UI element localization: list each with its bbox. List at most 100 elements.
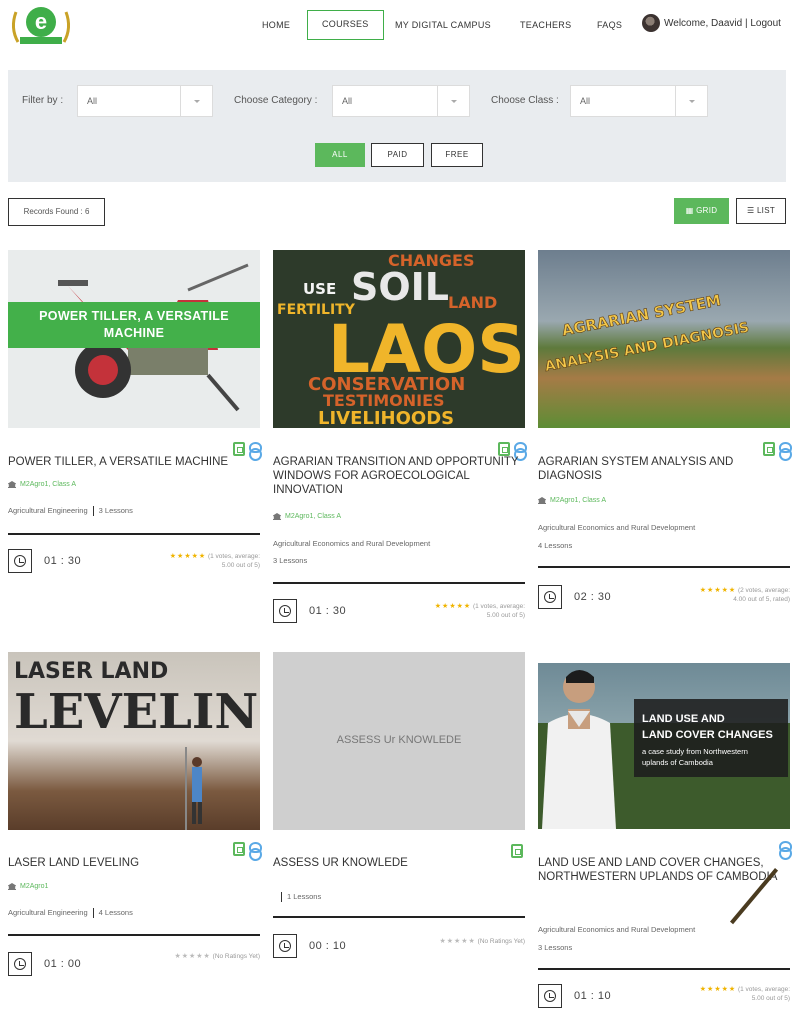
course-title[interactable]: LAND USE AND LAND COVER CHANGES, NORTHWE… bbox=[538, 856, 790, 884]
filter-by-label: Filter by : bbox=[22, 95, 64, 106]
course-lessons: 4 Lessons bbox=[98, 908, 133, 917]
course-lessons: 3 Lessons bbox=[273, 556, 308, 565]
clock-icon bbox=[273, 599, 297, 623]
filter-by-select[interactable]: All bbox=[77, 85, 213, 117]
word-soil: SOIL bbox=[351, 265, 449, 309]
course-card[interactable]: POWER TILLER, A VERSATILE MACHINE POWER … bbox=[8, 250, 262, 580]
course-duration: 02 : 30 bbox=[574, 591, 612, 603]
nav-teachers[interactable]: TEACHERS bbox=[520, 10, 571, 40]
course-title[interactable]: POWER TILLER, A VERSATILE MACHINE bbox=[8, 455, 260, 469]
rating-average: 5.00 out of 5) bbox=[751, 995, 790, 1002]
filter-all-button[interactable]: ALL bbox=[315, 143, 365, 167]
clock-icon bbox=[538, 585, 562, 609]
thumbnail-subtitle-1: a case study from Northwestern bbox=[642, 747, 748, 756]
course-card[interactable]: LASER LAND LEVELING LASER LAND LEVELING … bbox=[8, 652, 262, 982]
avatar[interactable] bbox=[642, 14, 660, 32]
chevron-down-icon bbox=[437, 86, 469, 116]
divider bbox=[8, 934, 260, 936]
document-icon bbox=[233, 842, 245, 856]
category-select[interactable]: All bbox=[332, 85, 470, 117]
course-duration: 01 : 30 bbox=[309, 605, 347, 617]
clock-icon bbox=[273, 934, 297, 958]
rating-average: 5.00 out of 5) bbox=[221, 562, 260, 569]
course-lessons: 4 Lessons bbox=[538, 541, 573, 550]
rating-no-ratings: (No Ratings Yet) bbox=[212, 953, 260, 960]
filter-paid-button[interactable]: PAID bbox=[371, 143, 424, 167]
course-card[interactable]: CHANGES USE SOIL LAND FERTILITY LAOS CON… bbox=[273, 250, 527, 630]
rating-stars: ★★★★★ bbox=[174, 953, 211, 960]
grid-view-button[interactable]: ▦ GRID bbox=[674, 198, 729, 224]
class-select[interactable]: All bbox=[570, 85, 708, 117]
course-title[interactable]: ASSESS Ur KNOWLEDE bbox=[273, 856, 525, 870]
thumbnail-banner: POWER TILLER, A VERSATILE MACHINE bbox=[8, 302, 260, 348]
course-title[interactable]: LASER LAND LEVELING bbox=[8, 856, 260, 870]
rating-average: 5.00 out of 5) bbox=[486, 612, 525, 619]
thumbnail-title-2: LEVELING bbox=[14, 684, 260, 740]
filter-free-button[interactable]: FREE bbox=[431, 143, 483, 167]
records-found: Records Found : 6 bbox=[8, 198, 105, 226]
laser-leveling-illustration: LASER LAND LEVELING bbox=[14, 659, 260, 830]
course-class-label[interactable]: M2Agro1, Class A bbox=[20, 481, 76, 488]
thumbnail-title-1: LASER LAND bbox=[14, 659, 168, 684]
course-title[interactable]: AGRARIAN TRANSITION AND OPPORTUNITY WIND… bbox=[273, 455, 525, 497]
class-label: Choose Class : bbox=[491, 95, 559, 106]
field-illustration: AGRARIAN SYSTEM ANALYSIS AND DIAGNOSIS bbox=[543, 291, 751, 375]
course-class-label[interactable]: M2Agro1 bbox=[20, 883, 48, 890]
divider bbox=[273, 582, 525, 584]
institution-icon bbox=[8, 883, 16, 890]
filter-by-value: All bbox=[87, 96, 98, 106]
course-duration: 01 : 10 bbox=[574, 990, 612, 1002]
course-category: Agricultural Engineering 4 Lessons bbox=[8, 908, 133, 919]
word-land: LAND bbox=[448, 293, 497, 312]
institution-icon bbox=[273, 513, 281, 520]
rating-stars: ★★★★★ bbox=[699, 986, 737, 993]
course-duration: 01 : 30 bbox=[44, 555, 82, 567]
rating-stars: ★★★★★ bbox=[434, 603, 472, 610]
institution-icon bbox=[8, 481, 16, 488]
course-lessons: 3 Lessons bbox=[538, 943, 573, 952]
course-card[interactable]: AGRARIAN SYSTEM ANALYSIS AND DIAGNOSIS A… bbox=[538, 250, 792, 620]
document-icon bbox=[233, 442, 245, 456]
user-menu[interactable]: Welcome, Daavid | Logout bbox=[642, 14, 781, 32]
course-thumbnail[interactable]: LAND USE AND LAND COVER CHANGES a case s… bbox=[538, 663, 790, 829]
user-welcome-text[interactable]: Welcome, Daavid | Logout bbox=[664, 18, 781, 29]
course-class: M2Agro1, Class A bbox=[538, 497, 606, 504]
institution-icon bbox=[538, 497, 546, 504]
course-rating: ★★★★★ (1 votes, average: 5.00 out of 5) bbox=[375, 602, 525, 620]
rating-stars: ★★★★★ bbox=[169, 553, 207, 560]
course-title[interactable]: AGRARIAN SYSTEM ANALYSIS AND DIAGNOSIS bbox=[538, 455, 790, 483]
course-category: 1 Lessons bbox=[273, 892, 321, 903]
thumbnail-title-1: LAND USE AND bbox=[642, 713, 725, 725]
chevron-down-icon bbox=[675, 86, 707, 116]
course-thumbnail[interactable]: POWER TILLER, A VERSATILE MACHINE bbox=[8, 250, 260, 428]
rating-votes: (1 votes, average: bbox=[207, 553, 260, 560]
rating-no-ratings: (No Ratings Yet) bbox=[477, 938, 525, 945]
course-class-label[interactable]: M2Agro1, Class A bbox=[285, 513, 341, 520]
site-header: e HOME COURSES MY DIGITAL CAMPUS TEACHER… bbox=[0, 0, 792, 52]
nav-home[interactable]: HOME bbox=[262, 10, 290, 40]
wordcloud-illustration: CHANGES USE SOIL LAND FERTILITY LAOS CON… bbox=[277, 251, 525, 428]
course-rating: ★★★★★ (No Ratings Yet) bbox=[375, 937, 525, 946]
list-view-button[interactable]: ☰ LIST bbox=[736, 198, 786, 224]
nav-faqs[interactable]: FAQS bbox=[597, 10, 622, 40]
word-use: USE bbox=[303, 280, 336, 298]
course-card[interactable]: LAND USE AND LAND COVER CHANGES a case s… bbox=[538, 663, 792, 1009]
course-class-label[interactable]: M2Agro1, Class A bbox=[550, 497, 606, 504]
course-thumbnail[interactable]: LASER LAND LEVELING bbox=[8, 652, 260, 830]
course-duration: 01 : 00 bbox=[44, 958, 82, 970]
list-view-label: LIST bbox=[756, 206, 776, 215]
divider bbox=[273, 916, 525, 918]
certificate-icon bbox=[779, 841, 792, 860]
thumbnail-subtitle-2: uplands of Cambodia bbox=[642, 758, 713, 767]
course-duration: 00 : 10 bbox=[309, 940, 347, 952]
course-thumbnail[interactable]: AGRARIAN SYSTEM ANALYSIS AND DIAGNOSIS bbox=[538, 250, 790, 428]
rating-stars: ★★★★★ bbox=[699, 587, 737, 594]
nav-courses[interactable]: COURSES bbox=[307, 10, 384, 40]
course-thumbnail[interactable]: CHANGES USE SOIL LAND FERTILITY LAOS CON… bbox=[273, 250, 525, 428]
course-rating: ★★★★★ (1 votes, average: 5.00 out of 5) bbox=[640, 985, 790, 1003]
nav-my-digital-campus[interactable]: MY DIGITAL CAMPUS bbox=[395, 10, 491, 40]
course-card[interactable]: ASSESS Ur KNOWLEDE ASSESS Ur KNOWLEDE 1 … bbox=[273, 652, 525, 972]
list-icon: ☰ bbox=[746, 206, 757, 215]
document-icon bbox=[763, 442, 775, 456]
course-thumbnail[interactable]: ASSESS Ur KNOWLEDE bbox=[273, 652, 525, 830]
